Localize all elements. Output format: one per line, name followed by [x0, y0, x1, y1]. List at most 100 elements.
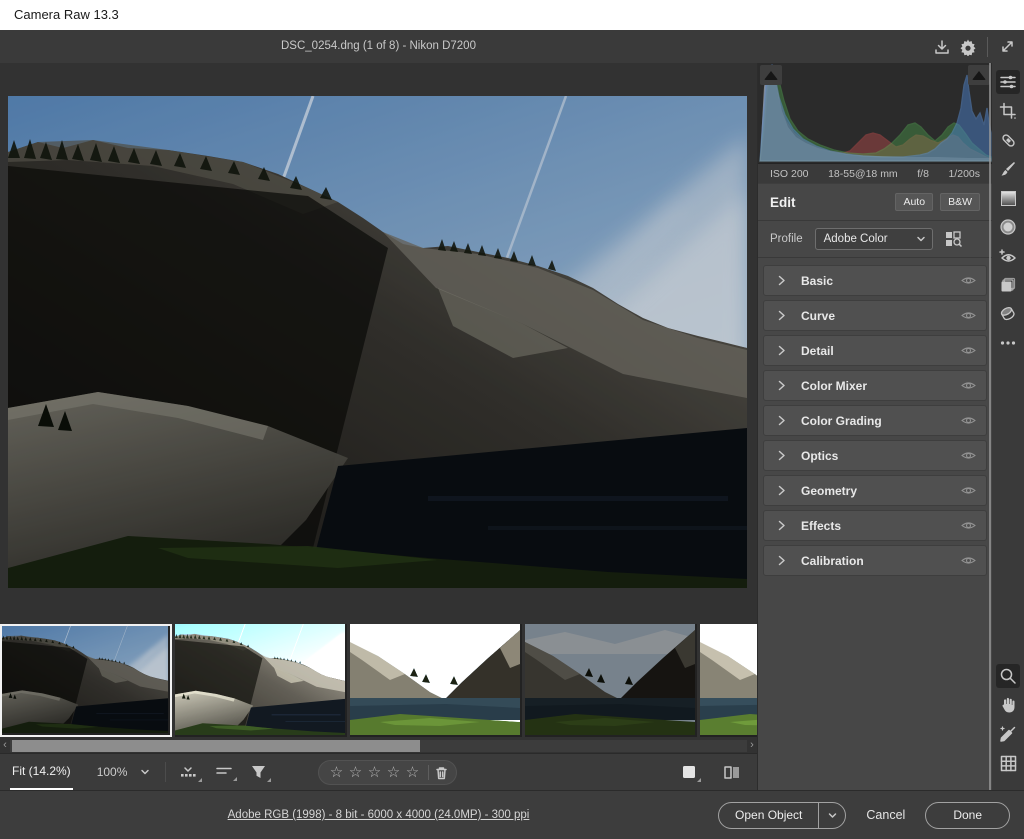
exif-aperture: f/8: [917, 168, 929, 180]
download-icon[interactable]: [929, 35, 955, 59]
preview-mode-icon[interactable]: [681, 764, 697, 780]
panel-geometry[interactable]: Geometry: [763, 475, 987, 506]
profile-browser-icon[interactable]: [945, 231, 963, 247]
eye-icon[interactable]: [961, 485, 976, 496]
edit-sliders-icon[interactable]: [996, 70, 1020, 94]
red-eye-icon[interactable]: [996, 244, 1020, 268]
bw-button[interactable]: B&W: [940, 193, 980, 211]
profile-value: Adobe Color: [816, 233, 916, 245]
star-icon[interactable]: ☆: [403, 761, 422, 784]
scrollbar-track[interactable]: [10, 740, 747, 752]
zoom-level-dropdown[interactable]: [139, 766, 151, 778]
panel-label: Effects: [801, 519, 961, 533]
snapshots-icon[interactable]: [996, 302, 1020, 326]
panel-detail[interactable]: Detail: [763, 335, 987, 366]
header-divider: [987, 37, 988, 57]
panel-basic[interactable]: Basic: [763, 265, 987, 296]
zoom-tool-icon[interactable]: [996, 664, 1020, 688]
scrollbar-thumb[interactable]: [12, 740, 420, 752]
open-object-dropdown[interactable]: [818, 803, 845, 828]
panel-label: Color Grading: [801, 414, 961, 428]
star-icon[interactable]: ☆: [346, 761, 365, 784]
edit-panel: ISO 200 18-55@18 mm f/8 1/200s Edit Auto…: [757, 63, 992, 790]
thumbnail-1[interactable]: [0, 624, 172, 737]
before-after-icon[interactable]: [723, 765, 741, 780]
profile-row: Profile Adobe Color: [758, 221, 992, 257]
white-balance-eyedropper-icon[interactable]: [996, 722, 1020, 746]
eye-icon[interactable]: [961, 310, 976, 321]
thumbnail-4[interactable]: [525, 624, 697, 737]
panel-color-grading[interactable]: Color Grading: [763, 405, 987, 436]
chevron-right-icon: [776, 485, 787, 496]
filmstrip-scrollbar: ‹ ›: [0, 738, 757, 753]
tool-strip: [992, 63, 1024, 790]
thumbnail-5[interactable]: [700, 624, 757, 737]
thumbnail-3[interactable]: [350, 624, 522, 737]
eye-icon[interactable]: [961, 275, 976, 286]
thumbnail-2[interactable]: [175, 624, 347, 737]
star-icon[interactable]: ☆: [384, 761, 403, 784]
panel-label: Curve: [801, 309, 961, 323]
trash-icon[interactable]: [435, 766, 448, 780]
scroll-right-icon[interactable]: ›: [747, 738, 757, 753]
eye-icon[interactable]: [961, 415, 976, 426]
star-rating: ☆☆☆☆☆: [327, 761, 422, 784]
toolbar-divider: [165, 762, 166, 782]
auto-button[interactable]: Auto: [895, 193, 933, 211]
chevron-right-icon: [776, 345, 787, 356]
exif-shutter: 1/200s: [948, 168, 980, 180]
main-photo[interactable]: [8, 96, 747, 588]
edit-title: Edit: [770, 195, 888, 210]
open-object-button[interactable]: Open Object: [719, 803, 818, 828]
filmstrip: [0, 620, 757, 738]
panel-effects[interactable]: Effects: [763, 510, 987, 541]
panel-label: Detail: [801, 344, 961, 358]
done-button[interactable]: Done: [925, 802, 1010, 829]
filter-icon[interactable]: [251, 765, 267, 780]
scroll-left-icon[interactable]: ‹: [0, 738, 10, 753]
healing-icon[interactable]: [996, 128, 1020, 152]
panel-label: Basic: [801, 274, 961, 288]
color-sampler-grid-icon[interactable]: [996, 751, 1020, 775]
eye-icon[interactable]: [961, 555, 976, 566]
cancel-button[interactable]: Cancel: [866, 808, 905, 822]
brush-icon[interactable]: [996, 157, 1020, 181]
panel-color-mixer[interactable]: Color Mixer: [763, 370, 987, 401]
panel-curve[interactable]: Curve: [763, 300, 987, 331]
fullscreen-icon[interactable]: [994, 35, 1020, 59]
highlight-clipping-indicator[interactable]: [968, 65, 990, 85]
chevron-right-icon: [776, 450, 787, 461]
panel-calibration[interactable]: Calibration: [763, 545, 987, 576]
star-icon[interactable]: ☆: [327, 761, 346, 784]
filmstrip-view-icon[interactable]: [180, 764, 198, 780]
star-icon[interactable]: ☆: [365, 761, 384, 784]
chevron-right-icon: [776, 415, 787, 426]
exif-lens: 18-55@18 mm: [828, 168, 898, 180]
hand-tool-icon[interactable]: [996, 693, 1020, 717]
profile-label: Profile: [770, 233, 803, 245]
eye-icon[interactable]: [961, 345, 976, 356]
settings-gear-icon[interactable]: [955, 35, 981, 59]
exif-iso: ISO 200: [770, 168, 809, 180]
zoom-toolbar: Fit (14.2%) 100% ☆☆☆☆☆: [0, 753, 757, 790]
more-options-icon[interactable]: [996, 331, 1020, 355]
zoom-100-button[interactable]: 100%: [97, 765, 128, 779]
histogram: [758, 63, 992, 163]
linear-gradient-icon[interactable]: [996, 186, 1020, 210]
radial-gradient-icon[interactable]: [996, 215, 1020, 239]
eye-icon[interactable]: [961, 450, 976, 461]
panel-optics[interactable]: Optics: [763, 440, 987, 471]
panel-scrollbar[interactable]: [989, 63, 991, 790]
fit-zoom-button[interactable]: Fit (14.2%): [10, 754, 73, 790]
crop-icon[interactable]: [996, 99, 1020, 123]
shadow-clipping-indicator[interactable]: [760, 65, 782, 85]
canvas-area: ‹ › Fit (14.2%) 100%: [0, 63, 757, 790]
profile-dropdown[interactable]: Adobe Color: [815, 228, 933, 250]
eye-icon[interactable]: [961, 380, 976, 391]
sort-order-icon[interactable]: [216, 765, 233, 779]
workflow-options-link[interactable]: Adobe RGB (1998) - 8 bit - 6000 x 4000 (…: [228, 809, 530, 821]
chevron-right-icon: [776, 310, 787, 321]
eye-icon[interactable]: [961, 520, 976, 531]
presets-icon[interactable]: [996, 273, 1020, 297]
header-bar: DSC_0254.dng (1 of 8) - Nikon D7200: [0, 30, 1024, 63]
